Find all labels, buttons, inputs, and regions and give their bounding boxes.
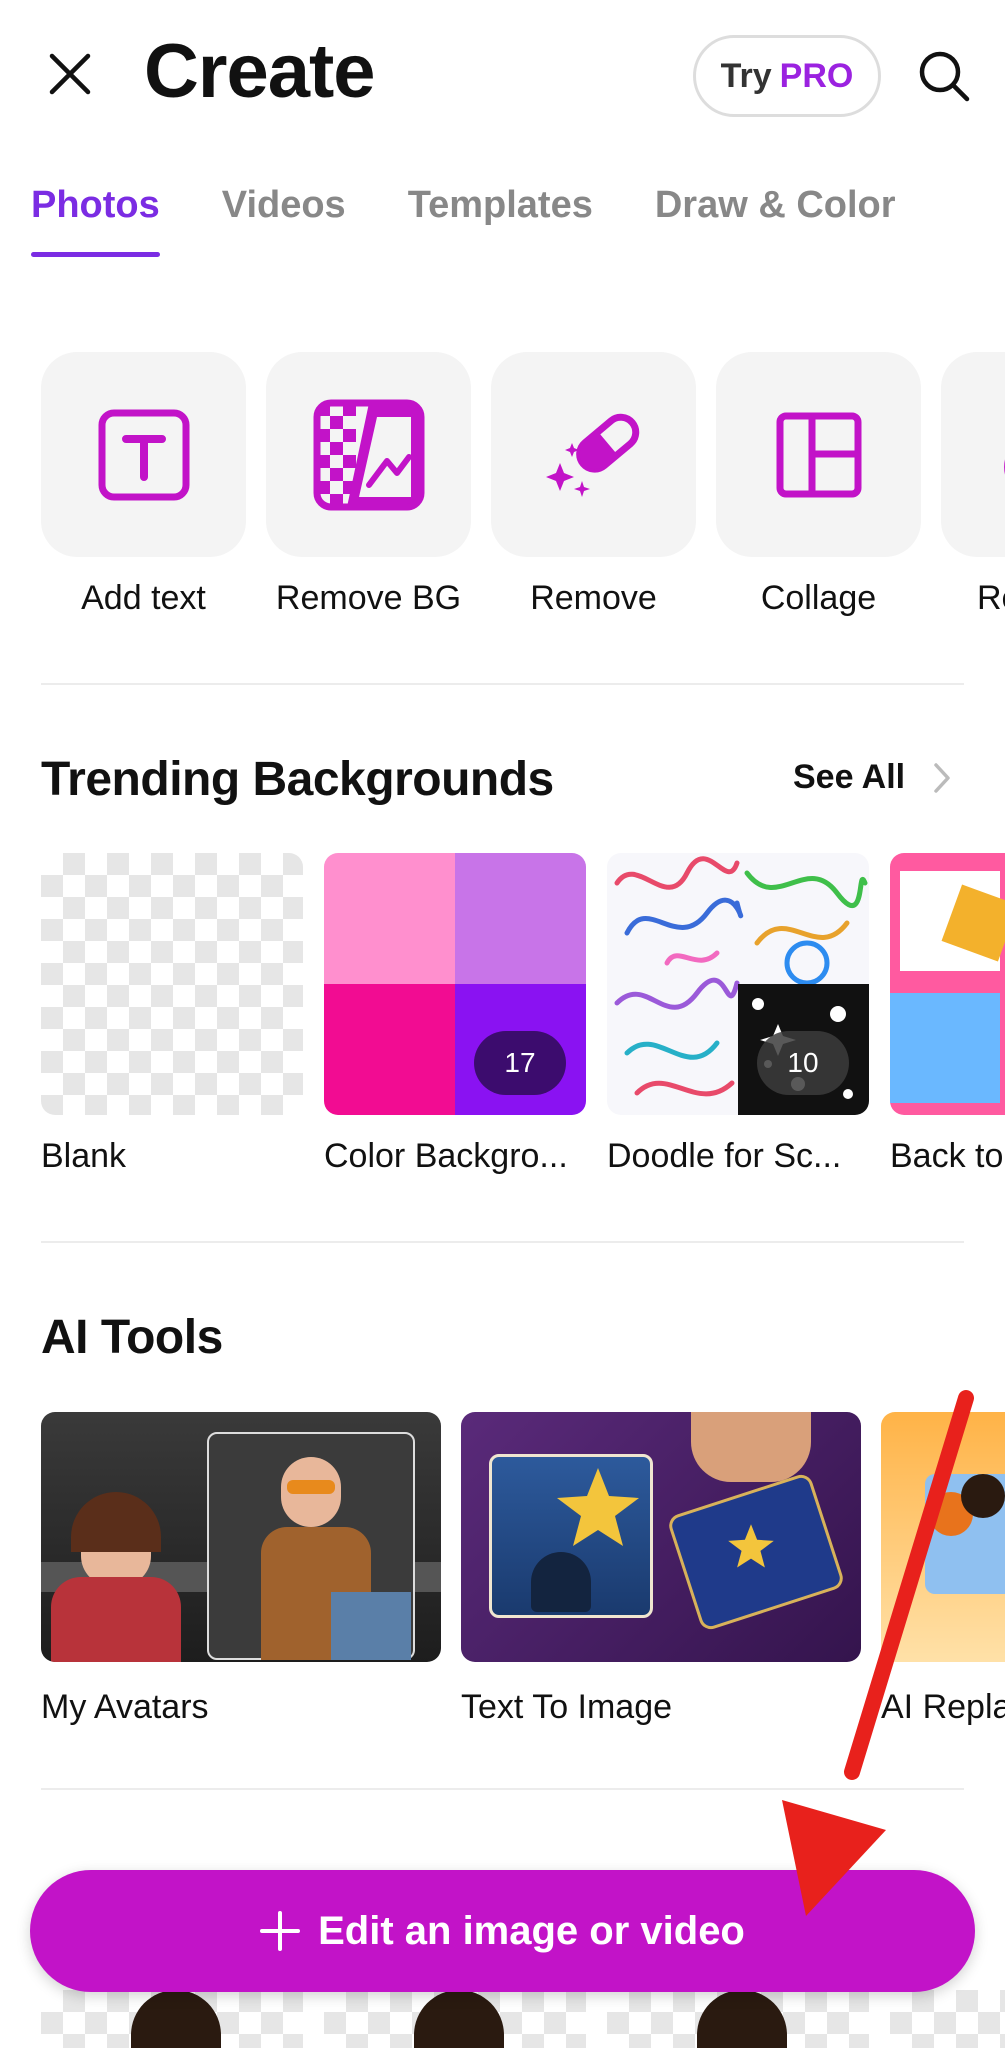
section-divider <box>41 683 964 685</box>
ai-card-text-to-image[interactable]: Text To Image <box>461 1412 861 1727</box>
color-backgrounds-thumbnail: 17 <box>324 853 586 1115</box>
count-badge: 17 <box>474 1031 566 1095</box>
section-divider <box>41 1241 964 1243</box>
star-icon <box>557 1468 639 1546</box>
quick-tools-row: Add text Remove BG Remove Collage R <box>41 352 1005 632</box>
tool-tile <box>941 352 1005 557</box>
ai-label: Text To Image <box>461 1688 673 1726</box>
tool-label: Remove <box>530 579 657 617</box>
tool-remove-bg[interactable]: Remove BG <box>266 352 471 618</box>
doodle-thumbnail: 10 <box>607 853 869 1115</box>
pro-label: PRO <box>779 56 854 95</box>
close-icon <box>49 53 91 95</box>
bg-card-color[interactable]: 17 Color Backgro... <box>324 853 586 1176</box>
bg-card-back-to[interactable]: Back to <box>890 853 1005 1176</box>
tab-photos[interactable]: Photos <box>31 184 160 257</box>
tool-tile <box>491 352 696 557</box>
try-pro-button[interactable]: Try PRO <box>693 35 881 117</box>
collage-grid-icon <box>776 412 861 497</box>
next-section-peek <box>41 1990 1005 2048</box>
ai-label: My Avatars <box>41 1688 209 1726</box>
tab-templates[interactable]: Templates <box>408 184 593 257</box>
text-box-icon <box>98 409 189 500</box>
section-divider <box>41 1788 964 1790</box>
tool-tile <box>266 352 471 557</box>
page-title: Create <box>144 29 376 114</box>
blank-thumbnail <box>41 853 303 1115</box>
remove-bg-icon <box>313 399 424 510</box>
tool-remove[interactable]: Remove <box>491 352 696 618</box>
bg-card-doodle[interactable]: 10 Doodle for Sc... <box>607 853 869 1176</box>
chevron-right-icon <box>934 762 950 793</box>
ai-replace-thumbnail <box>881 1412 1005 1662</box>
plus-icon <box>260 1911 301 1951</box>
see-all-label: See All <box>793 758 906 796</box>
backgrounds-row: Blank 17 Color Backgro... 10 Doodle for … <box>41 853 1005 1183</box>
ai-tools-row: My Avatars Text To Image AI Repla <box>41 1412 1005 1742</box>
ai-card-my-avatars[interactable]: My Avatars <box>41 1412 441 1727</box>
bg-label: Color Backgro... <box>324 1137 568 1175</box>
ai-label: AI Repla <box>881 1688 1005 1726</box>
tool-partial[interactable]: Re <box>941 352 1005 618</box>
count-badge: 10 <box>757 1031 849 1095</box>
text-to-image-thumbnail <box>461 1412 861 1662</box>
see-all-link[interactable]: See All <box>793 758 951 797</box>
ai-tools-title: AI Tools <box>41 1311 223 1364</box>
search-icon <box>919 51 970 102</box>
eraser-sparkle-icon <box>545 413 639 497</box>
bg-label: Doodle for Sc... <box>607 1137 842 1175</box>
category-tabs: Photos Videos Templates Draw & Color <box>31 184 958 257</box>
tool-tile <box>41 352 246 557</box>
edit-image-or-video-button[interactable]: Edit an image or video <box>30 1870 975 1992</box>
bg-label: Blank <box>41 1137 127 1175</box>
close-button[interactable] <box>38 42 102 106</box>
tool-label: Remove BG <box>275 579 462 617</box>
try-label: Try <box>720 56 772 95</box>
tool-collage[interactable]: Collage <box>716 352 921 618</box>
bg-card-blank[interactable]: Blank <box>41 853 303 1176</box>
tool-label: Collage <box>760 579 877 617</box>
tool-tile <box>716 352 921 557</box>
tool-add-text[interactable]: Add text <box>41 352 246 618</box>
cta-label: Edit an image or video <box>318 1908 745 1953</box>
partial-tool-icon <box>1003 457 1005 476</box>
tool-label: Add text <box>81 579 206 617</box>
bg-label: Back to <box>890 1137 1004 1175</box>
trending-backgrounds-title: Trending Backgrounds <box>41 753 554 806</box>
back-to-school-thumbnail <box>890 853 1005 1115</box>
ai-card-ai-replace[interactable]: AI Repla <box>881 1412 1005 1727</box>
tab-videos[interactable]: Videos <box>222 184 346 257</box>
tab-draw-color[interactable]: Draw & Color <box>655 184 896 257</box>
my-avatars-thumbnail <box>41 1412 441 1662</box>
tool-label: Re <box>977 579 1005 617</box>
search-button[interactable] <box>912 44 976 108</box>
